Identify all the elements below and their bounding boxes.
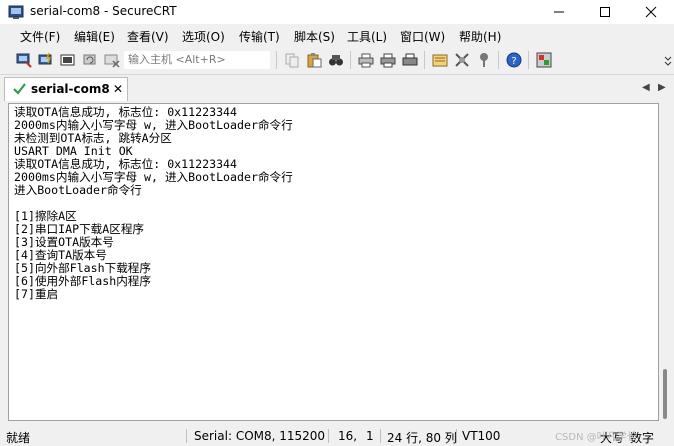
svg-text:?: ?	[511, 56, 516, 67]
maximize-button[interactable]	[582, 0, 628, 24]
menu-transfer[interactable]: 传输(T)	[239, 28, 280, 45]
paste-icon[interactable]	[306, 52, 322, 68]
terminal-line: 进入BootLoader命令行	[14, 183, 142, 197]
print-icon[interactable]	[402, 52, 418, 68]
status-ready: 就绪	[6, 431, 31, 445]
status-col: 1	[366, 429, 374, 443]
help-icon[interactable]: ?	[506, 52, 522, 68]
disconnect-icon[interactable]	[104, 52, 120, 68]
reconnect-icon[interactable]	[82, 52, 98, 68]
status-separator	[456, 429, 457, 443]
toolbar: 输入主机 <Alt+R> ?	[0, 46, 674, 75]
minimize-icon	[554, 11, 564, 13]
vertical-scrollbar[interactable]	[659, 103, 674, 421]
tab-bar: serial-com8 ✕ ◀ ▶	[0, 75, 674, 103]
title-bar: serial-com8 - SecureCRT	[0, 0, 674, 24]
menu-options[interactable]: 选项(O)	[182, 28, 225, 45]
terminal-area[interactable]: 读取OTA信息成功, 标志位: 0x11223344 2000ms内输入小写字母…	[8, 103, 659, 421]
session-options-icon[interactable]	[432, 52, 448, 68]
terminal-line: [7]重启	[14, 287, 59, 301]
connect-icon[interactable]	[16, 52, 32, 68]
close-icon	[645, 6, 657, 18]
tab-scroll-right-icon[interactable]: ▶	[658, 82, 666, 93]
status-emulation: VT100	[462, 429, 501, 443]
menu-tools[interactable]: 工具(L)	[347, 28, 387, 45]
status-size: 24 行, 80 列	[387, 431, 457, 445]
quick-connect-icon[interactable]	[38, 52, 54, 68]
securecrt-app-icon	[8, 5, 24, 19]
toolbar-separator	[424, 51, 425, 69]
toolbar-separator	[350, 51, 351, 69]
menu-view[interactable]: 查看(V)	[127, 28, 169, 45]
connected-check-icon	[13, 83, 26, 95]
print-setup-icon[interactable]	[358, 52, 374, 68]
toolbar-separator	[498, 51, 499, 69]
host-input[interactable]: 输入主机 <Alt+R>	[124, 51, 270, 69]
status-row: 16,	[338, 429, 358, 443]
menu-script[interactable]: 脚本(S)	[294, 28, 335, 45]
menu-help[interactable]: 帮助(H)	[459, 28, 501, 45]
status-separator	[186, 429, 187, 443]
find-icon[interactable]	[328, 52, 344, 68]
status-separator	[380, 429, 381, 443]
connect-tab-icon[interactable]	[60, 52, 76, 68]
close-button[interactable]	[628, 0, 674, 24]
toolbar-separator	[276, 51, 277, 69]
status-separator	[328, 429, 329, 443]
session-manager-icon[interactable]	[536, 52, 552, 68]
tab-close-icon[interactable]: ✕	[113, 82, 123, 96]
tab-serial-com8[interactable]: serial-com8 ✕	[4, 77, 128, 101]
status-serial: Serial: COM8, 115200	[194, 429, 326, 443]
menu-file[interactable]: 文件(F)	[20, 28, 60, 45]
toolbar-separator	[528, 51, 529, 69]
maximize-icon	[600, 7, 610, 17]
print-selection-icon[interactable]	[380, 52, 396, 68]
menu-edit[interactable]: 编辑(E)	[74, 28, 115, 45]
tab-label: serial-com8	[31, 82, 110, 96]
watermark: CSDN @叶凡学长	[555, 432, 637, 443]
tab-scroll-left-icon[interactable]: ◀	[642, 82, 650, 93]
scrollbar-thumb[interactable]	[663, 369, 667, 419]
menu-bar: 文件(F) 编辑(E) 查看(V) 选项(O) 传输(T) 脚本(S) 工具(L…	[0, 24, 674, 46]
global-options-icon[interactable]	[454, 52, 470, 68]
toolbar-overflow-icon[interactable]	[664, 54, 672, 68]
minimize-button[interactable]	[536, 0, 582, 24]
menu-window[interactable]: 窗口(W)	[400, 28, 445, 45]
keymap-icon[interactable]	[476, 52, 492, 68]
copy-icon[interactable]	[284, 52, 300, 68]
window-title: serial-com8 - SecureCRT	[30, 4, 177, 18]
